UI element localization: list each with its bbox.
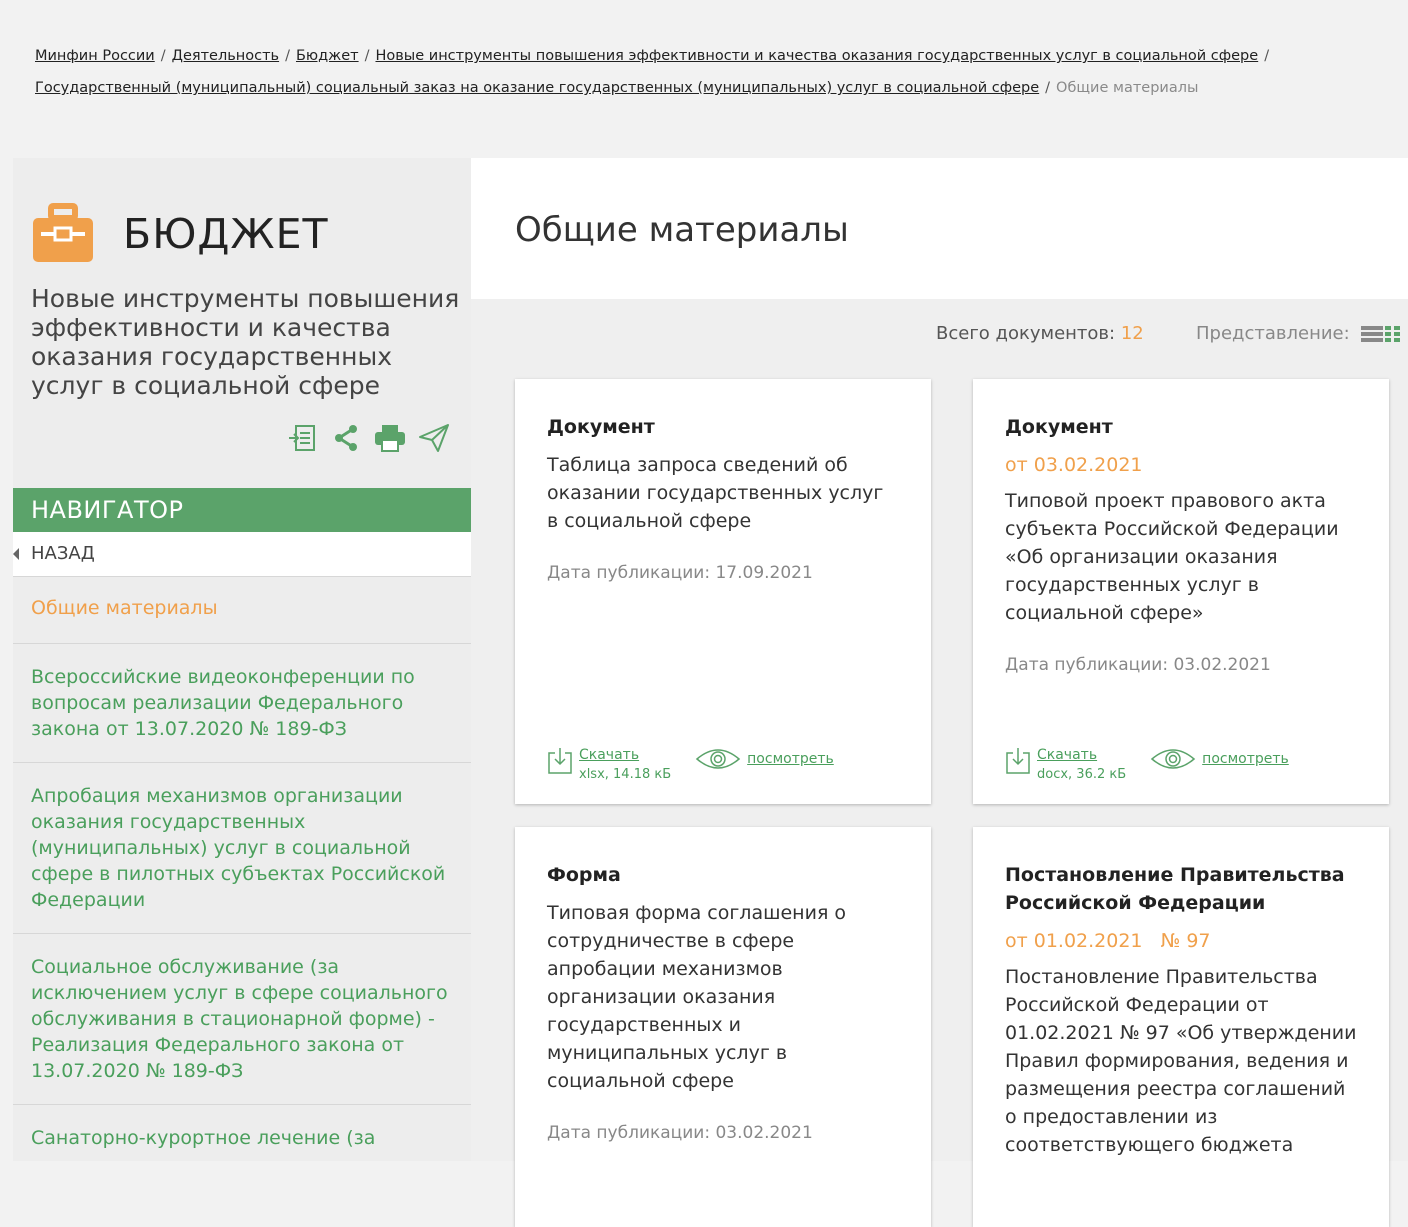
breadcrumb-link-activity[interactable]: Деятельность bbox=[172, 48, 279, 64]
section-subtitle: Новые инструменты повышения эффективност… bbox=[31, 284, 460, 400]
file-info: xlsx, 14.18 кБ bbox=[579, 767, 672, 782]
navigator-header: НАВИГАТОР bbox=[13, 488, 471, 532]
card-description[interactable]: Таблица запроса сведений об оказании гос… bbox=[547, 451, 899, 535]
file-info: docx, 36.2 кБ bbox=[1037, 767, 1127, 782]
card-actions: Скачать docx, 36.2 кБ посмотреть bbox=[1005, 747, 1289, 782]
card-actions: Скачать xlsx, 14.18 кБ посмотреть bbox=[547, 747, 834, 782]
nav-item-sanatorium-treatment[interactable]: Санаторно-курортное лечение (за bbox=[13, 1105, 471, 1161]
breadcrumb-link-new-tools[interactable]: Новые инструменты повышения эффективност… bbox=[375, 48, 1258, 64]
card-description[interactable]: Типовая форма соглашения о сотрудничеств… bbox=[547, 899, 899, 1095]
nav-item-social-services[interactable]: Социальное обслуживание (за исключением … bbox=[13, 934, 471, 1105]
documents-area: Всего документов: 12 Представление: Доку… bbox=[471, 299, 1408, 1227]
download-link[interactable]: Скачать bbox=[1037, 747, 1126, 763]
card-description[interactable]: Типовой проект правового акта субъекта Р… bbox=[1005, 487, 1357, 627]
section-title: БЮДЖЕТ bbox=[123, 210, 329, 258]
breadcrumb-link-budget[interactable]: Бюджет bbox=[296, 48, 359, 64]
breadcrumb-separator: / bbox=[1045, 80, 1051, 96]
back-label: НАЗАД bbox=[31, 543, 95, 564]
view-button[interactable]: посмотреть bbox=[695, 747, 834, 771]
card-published-date: Дата публикации: 17.09.2021 bbox=[547, 563, 813, 583]
breadcrumb: Минфин России / Деятельность / Бюджет / Новые … bbox=[35, 40, 1365, 104]
print-icon bbox=[375, 425, 405, 452]
share-icon bbox=[335, 425, 357, 451]
document-card: Форма Типовая форма соглашения о сотрудн… bbox=[515, 827, 931, 1227]
back-arrow-icon bbox=[13, 548, 19, 560]
card-type: Документ bbox=[547, 416, 655, 438]
breadcrumb-separator: / bbox=[364, 48, 370, 64]
download-icon bbox=[1006, 748, 1030, 774]
view-mode-switch bbox=[1361, 323, 1401, 345]
download-button[interactable]: Скачать docx, 36.2 кБ bbox=[1005, 747, 1126, 782]
breadcrumb-link-social-order[interactable]: Государственный (муниципальный) социальн… bbox=[35, 80, 1039, 96]
breadcrumb-separator: / bbox=[285, 48, 290, 64]
card-type: Постановление Правительства Российской Ф… bbox=[1005, 864, 1345, 914]
navigator-list: Общие материалы Всероссийские видеоконфе… bbox=[13, 576, 471, 1161]
download-link[interactable]: Скачать bbox=[579, 747, 671, 763]
print-button[interactable] bbox=[373, 421, 407, 455]
send-button[interactable] bbox=[417, 421, 451, 455]
card-number: № 97 bbox=[1160, 930, 1211, 952]
card-published-date: Дата публикации: 03.02.2021 bbox=[547, 1123, 813, 1143]
documents-count-value: 12 bbox=[1120, 323, 1144, 344]
card-type: Форма bbox=[547, 864, 621, 886]
card-date-value: от 01.02.2021 bbox=[1005, 930, 1143, 952]
nav-item-videoconferences[interactable]: Всероссийские видеоконференции по вопрос… bbox=[13, 644, 471, 763]
briefcase-icon bbox=[33, 203, 93, 262]
breadcrumb-separator: / bbox=[1264, 48, 1270, 64]
back-link[interactable]: НАЗАД bbox=[13, 532, 471, 576]
breadcrumb-separator: / bbox=[160, 48, 166, 64]
card-published-date: Дата публикации: 03.02.2021 bbox=[1005, 655, 1271, 675]
breadcrumb-current: Общие материалы bbox=[1056, 80, 1199, 96]
download-button[interactable]: Скачать xlsx, 14.18 кБ bbox=[547, 747, 671, 782]
main-header: Общие материалы bbox=[471, 158, 1408, 299]
export-button[interactable] bbox=[285, 421, 319, 455]
document-card: Документ Таблица запроса сведений об ока… bbox=[515, 379, 931, 804]
document-card: Документ от 03.02.2021 Типовой проект пр… bbox=[973, 379, 1389, 804]
download-icon bbox=[548, 748, 572, 774]
view-link[interactable]: посмотреть bbox=[1202, 751, 1289, 767]
sidebar-tools bbox=[285, 421, 451, 455]
view-link[interactable]: посмотреть bbox=[747, 751, 834, 767]
list-view-icon[interactable] bbox=[1361, 323, 1383, 345]
grid-view-icon[interactable] bbox=[1385, 323, 1401, 345]
card-type: Документ bbox=[1005, 416, 1113, 438]
share-button[interactable] bbox=[329, 421, 363, 455]
card-description[interactable]: Постановление Правительства Российской Ф… bbox=[1005, 963, 1357, 1159]
eye-icon bbox=[696, 749, 741, 769]
view-button[interactable]: посмотреть bbox=[1150, 747, 1289, 771]
export-icon bbox=[289, 425, 315, 451]
documents-count-label: Всего документов: bbox=[936, 323, 1116, 344]
sidebar: БЮДЖЕТ Новые инструменты повышения эффек… bbox=[13, 158, 471, 1161]
card-date: от 01.02.2021 № 97 bbox=[1005, 929, 1357, 953]
page-title: Общие материалы bbox=[515, 210, 849, 250]
send-icon bbox=[419, 424, 449, 452]
nav-item-pilot-regions[interactable]: Апробация механизмов организации оказани… bbox=[13, 763, 471, 934]
documents-count: Всего документов: 12 bbox=[936, 323, 1144, 344]
eye-icon bbox=[1151, 749, 1196, 769]
document-card: Постановление Правительства Российской Ф… bbox=[973, 827, 1389, 1227]
view-mode-label: Представление: bbox=[1196, 323, 1350, 344]
card-date: от 03.02.2021 bbox=[1005, 454, 1143, 476]
nav-item-general-materials[interactable]: Общие материалы bbox=[13, 576, 471, 644]
breadcrumb-link-minfin[interactable]: Минфин России bbox=[35, 48, 155, 64]
